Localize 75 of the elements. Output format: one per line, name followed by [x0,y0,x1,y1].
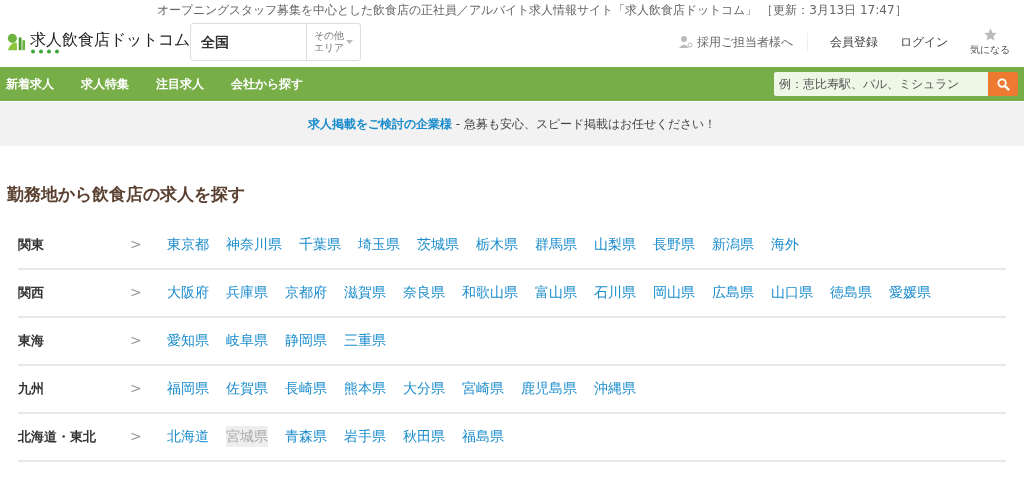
tagline: オープニングスタッフ募集を中心とした飲食店の正社員／アルバイト求人情報サイト「求人飲食店ドットコム」 ［更新：3月13日 17:47］ [157,3,907,17]
region-label: 九州 [18,379,45,398]
chevron-icon: > [130,234,167,255]
chevron-icon: > [130,282,167,303]
prefecture-link[interactable]: 兵庫県 [226,282,268,303]
logo-icon [6,31,26,53]
region-label: 東海 [18,331,45,350]
advertiser-link[interactable]: 求人掲載をご検討の企業様 [308,117,452,131]
chevron-icon: > [130,426,167,447]
prefecture-link[interactable]: 海外 [771,234,799,255]
prefecture-link[interactable]: 神奈川県 [226,234,282,255]
prefecture-link[interactable]: 愛知県 [167,330,209,351]
prefecture-link[interactable]: 福島県 [462,426,504,447]
prefecture-link[interactable]: 静岡県 [285,330,327,351]
section-heading: 勤務地から飲食店の求人を探す [7,183,245,206]
prefecture-link[interactable]: 福岡県 [167,378,209,399]
recruiter-link[interactable]: 採用ご担当者様へ [679,33,808,51]
nav-link[interactable]: 注目求人 [156,75,204,93]
prefecture-link[interactable]: 群馬県 [535,234,577,255]
prefecture-link[interactable]: 長崎県 [285,378,327,399]
prefecture-link[interactable]: 新潟県 [712,234,754,255]
banner-text: 求人掲載をご検討の企業様 - 急募も安心、スピード掲載はお任せください！ [308,116,716,133]
person-search-icon [679,35,693,49]
star-icon [982,27,998,42]
prefecture-link[interactable]: 三重県 [344,330,386,351]
logo-dots-icon [30,48,60,54]
prefecture-link[interactable]: 徳島県 [830,282,872,303]
prefecture-link[interactable]: 埼玉県 [358,234,400,255]
prefecture-link[interactable]: 石川県 [594,282,636,303]
search-icon [996,77,1010,91]
prefecture-link[interactable]: 愛媛県 [889,282,931,303]
prefecture-link[interactable]: 熊本県 [344,378,386,399]
header-link[interactable]: ログイン [900,33,948,51]
search-field[interactable]: 例：恵比寿駅、バル、ミシュラン [774,72,988,96]
prefecture-link[interactable]: 大阪府 [167,282,209,303]
prefecture-link[interactable]: 山口県 [771,282,813,303]
prefecture-link[interactable]: 佐賀県 [226,378,268,399]
prefecture-link[interactable]: 広島県 [712,282,754,303]
prefecture-link[interactable]: 栃木県 [476,234,518,255]
prefecture-link[interactable]: 宮崎県 [462,378,504,399]
prefecture-link[interactable]: 沖縄県 [594,378,636,399]
region-label: 北海道・東北 [18,427,97,446]
prefecture-link[interactable]: 岩手県 [344,426,386,447]
other-area-label: その他 [314,30,344,42]
prefecture-link[interactable]: 岐阜県 [226,330,268,351]
prefecture-link[interactable]: 長野県 [653,234,695,255]
other-area-label: エリア [314,42,344,54]
prefecture-link[interactable]: 千葉県 [299,234,341,255]
area-select[interactable]: 全国 その他 エリア [190,23,361,61]
caret-icon [346,40,353,44]
prefecture-link[interactable]: 茨城県 [417,234,459,255]
prefecture-link[interactable]: 山梨県 [594,234,636,255]
chevron-icon: > [130,378,167,399]
prefecture-link[interactable]: 和歌山県 [462,282,518,303]
prefecture-link[interactable]: 京都府 [285,282,327,303]
header-link[interactable]: 会員登録 [830,33,878,51]
prefecture-link[interactable]: 岡山県 [653,282,695,303]
prefecture-link[interactable]: 富山県 [535,282,577,303]
prefecture-link[interactable]: 大分県 [403,378,445,399]
prefecture-link[interactable]: 奈良県 [403,282,445,303]
prefecture-link[interactable]: 滋賀県 [344,282,386,303]
prefecture-link[interactable]: 鹿児島県 [521,378,577,399]
nav-link[interactable]: 求人特集 [81,75,129,93]
logo-text[interactable]: 求人飲食店ドットコム [30,30,190,49]
region-label: 関西 [18,283,45,302]
chevron-icon: > [130,330,167,351]
prefecture-link[interactable]: 青森県 [285,426,327,447]
favorites-button[interactable]: 気になる [970,27,1010,57]
nav-link[interactable]: 新着求人 [6,75,54,93]
nav-link[interactable]: 会社から探す [231,75,303,93]
prefecture-link[interactable]: 秋田県 [403,426,445,447]
prefecture-link[interactable]: 北海道 [167,426,209,447]
prefecture-link[interactable]: 東京都 [167,234,209,255]
search-button[interactable] [988,72,1018,96]
region-label: 関東 [18,235,45,254]
